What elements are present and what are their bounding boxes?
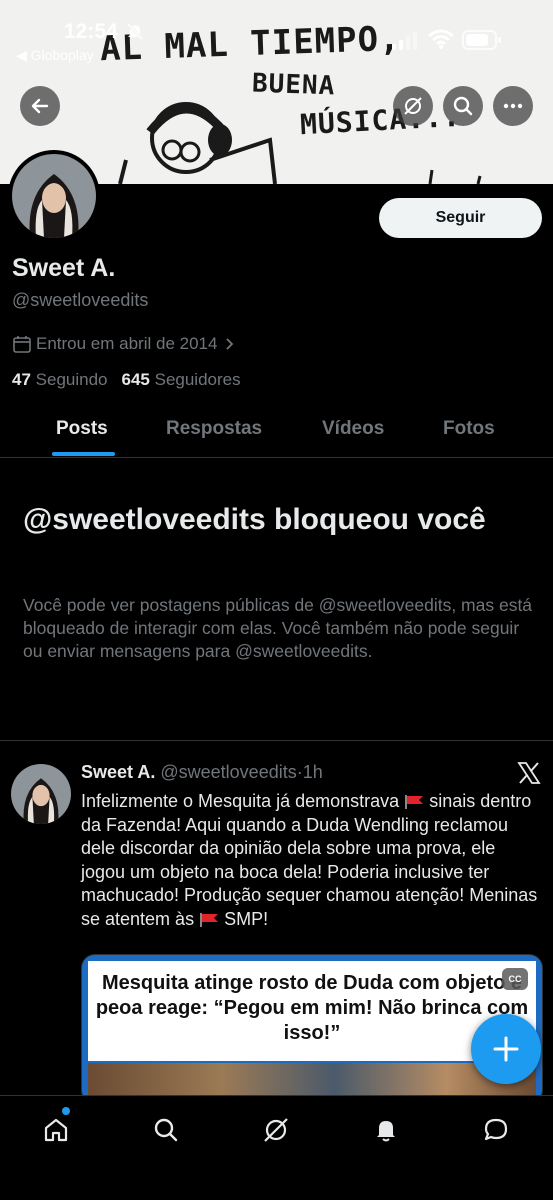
tweet-media[interactable]: Mesquita atinge rosto de Duda com objeto… — [81, 954, 543, 1104]
tweet-text-part2: sinais dentro da Fazenda! Aqui quando a … — [81, 791, 538, 929]
bottom-navigation — [0, 1095, 553, 1200]
profile-handle: @sweetloveedits — [12, 290, 149, 310]
battery-icon — [462, 30, 501, 50]
status-bar: 12:54 ◀ Globoplay — [0, 0, 553, 70]
follow-button[interactable]: Seguir — [379, 198, 542, 238]
followers-link[interactable]: 645 Seguidores — [122, 370, 241, 389]
avatar-image — [11, 764, 71, 824]
nav-grok[interactable] — [258, 1112, 294, 1148]
nav-search[interactable] — [148, 1112, 184, 1148]
notifications-icon — [377, 1121, 395, 1142]
back-to-app-link[interactable]: ◀ Globoplay — [16, 47, 94, 64]
profile-display-name: Sweet A. — [12, 254, 116, 282]
active-tab-indicator — [52, 452, 115, 456]
search-button[interactable] — [443, 86, 483, 126]
blocked-notice-description: Você pode ver postagens públicas de @swe… — [23, 595, 533, 661]
red-flag-icon — [200, 912, 219, 927]
nav-messages[interactable] — [478, 1112, 514, 1148]
avatar-image — [12, 154, 96, 238]
calendar-icon — [13, 336, 31, 353]
back-button[interactable] — [20, 86, 60, 126]
nav-notifications[interactable] — [368, 1112, 404, 1148]
profile-banner[interactable]: AL MAL TIEMPO, BUENA MÚSICA... 12:54 ◀ G… — [0, 0, 553, 184]
tab-videos[interactable]: Vídeos — [322, 418, 384, 440]
red-flag-icon — [405, 795, 424, 810]
tab-posts[interactable]: Posts — [56, 418, 108, 440]
notification-dot — [62, 1107, 70, 1115]
status-time: 12:54 — [64, 20, 118, 43]
tweet-text: Infelizmente o Mesquita já demonstrava s… — [81, 790, 543, 931]
joined-date-text: Entrou em abril de 2014 — [36, 334, 218, 353]
media-headline-card: Mesquita atinge rosto de Duda com objeto… — [88, 961, 536, 1061]
tab-replies[interactable]: Respostas — [166, 418, 262, 440]
grok-icon — [264, 1118, 288, 1142]
messages-icon — [484, 1118, 508, 1141]
compose-post-button[interactable] — [471, 1014, 541, 1084]
follow-counts: 47 Seguindo 645 Seguidores — [12, 370, 241, 390]
search-icon — [154, 1118, 178, 1142]
following-label: Seguindo — [35, 370, 108, 389]
banner-text-line2: BUENA — [251, 68, 336, 102]
tweet-text-part1: Infelizmente o Mesquita já demonstrava — [81, 791, 400, 811]
followers-label: Seguidores — [154, 370, 241, 389]
more-icon — [503, 103, 523, 109]
following-count: 47 — [12, 370, 31, 389]
grok-button[interactable] — [393, 86, 433, 126]
nav-home[interactable] — [38, 1112, 74, 1148]
chevron-right-icon — [226, 338, 234, 350]
search-icon — [453, 96, 473, 116]
tweet-time[interactable]: 1h — [303, 762, 323, 782]
profile-tabs: Posts Respostas Vídeos Fotos — [0, 402, 553, 458]
captions-badge[interactable]: CC — [502, 968, 528, 990]
wifi-icon — [428, 29, 454, 49]
tweet-author-name[interactable]: Sweet A. — [81, 762, 155, 782]
silent-mode-icon — [126, 22, 144, 41]
joined-date-link[interactable]: Entrou em abril de 2014 — [12, 334, 237, 354]
grok-icon — [404, 97, 422, 115]
tweet-author-handle[interactable]: @sweetloveedits — [160, 762, 296, 782]
cellular-signal-icon — [392, 32, 417, 50]
tab-photos[interactable]: Fotos — [443, 418, 495, 440]
home-icon — [44, 1118, 68, 1142]
tweet-header: Sweet A. @sweetloveedits·1h — [81, 762, 323, 783]
back-arrow-icon — [31, 98, 49, 114]
profile-avatar[interactable] — [8, 150, 100, 242]
blocked-notice-title: @sweetloveedits bloqueou você — [23, 503, 486, 536]
followers-count: 645 — [121, 370, 150, 389]
following-link[interactable]: 47 Seguindo — [12, 370, 108, 389]
x-logo-icon[interactable] — [517, 762, 541, 784]
tweet-avatar[interactable] — [11, 764, 71, 824]
avatar — [12, 154, 96, 238]
divider — [0, 740, 553, 741]
media-headline: Mesquita atinge rosto de Duda com objeto… — [95, 972, 529, 1044]
more-options-button[interactable] — [493, 86, 533, 126]
plus-icon — [493, 1036, 519, 1062]
tweet-text-part3: SMP! — [224, 908, 269, 929]
